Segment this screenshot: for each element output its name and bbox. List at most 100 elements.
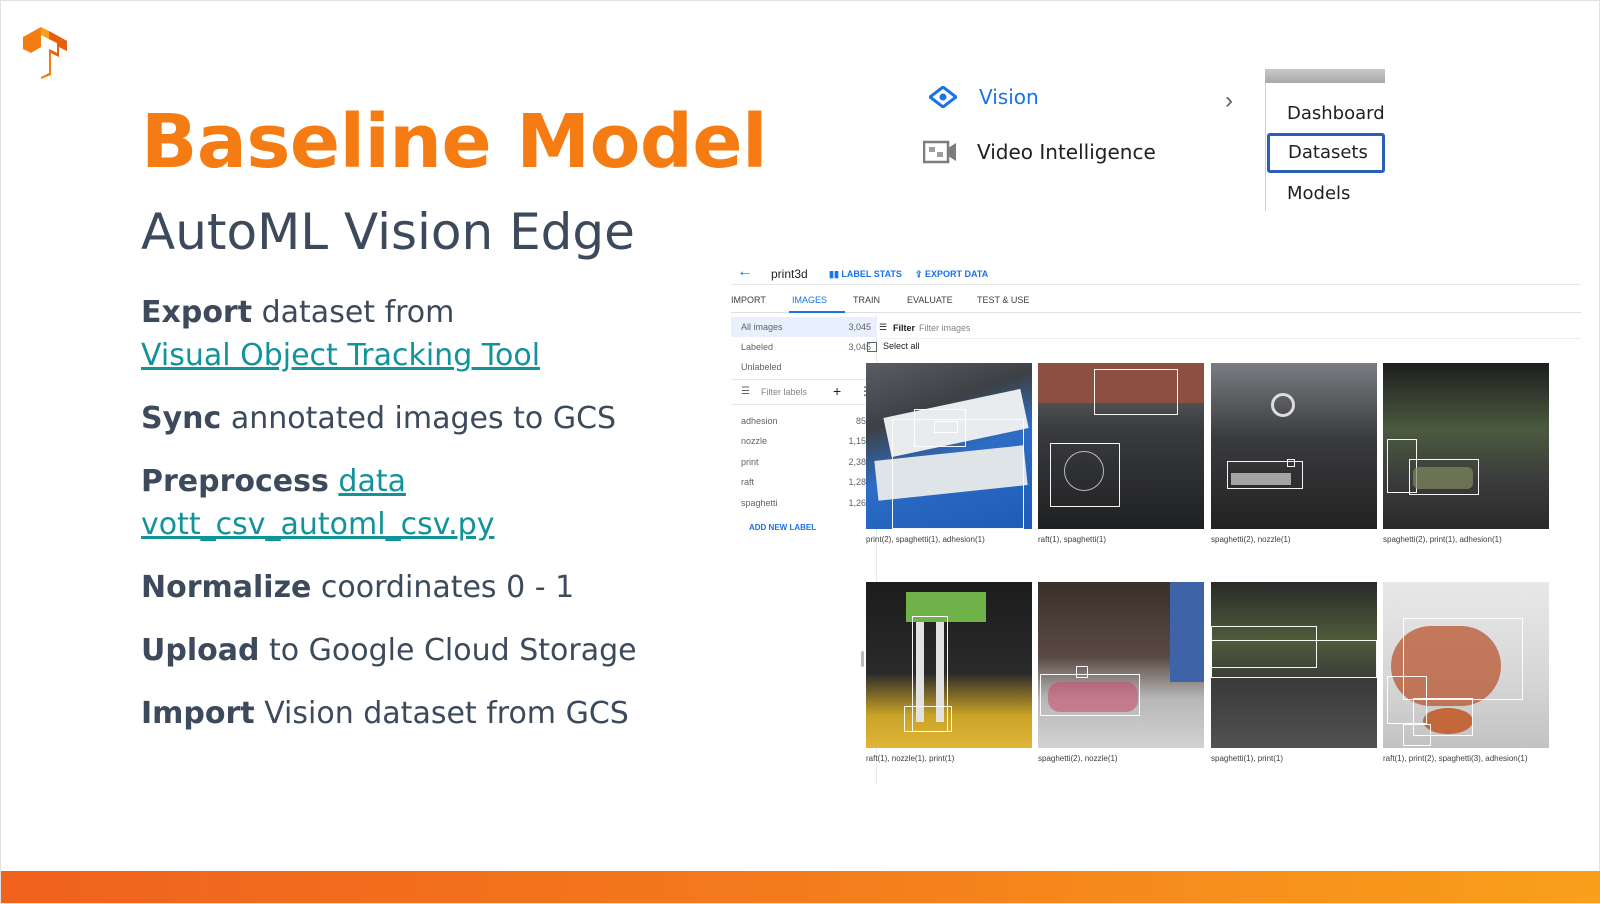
image-thumbnail[interactable] — [1038, 582, 1204, 748]
image-thumbnail[interactable] — [1211, 582, 1377, 748]
filter-icon: ☰ — [741, 386, 750, 397]
add-icon[interactable]: + — [833, 383, 841, 399]
bullet-export: Export dataset from Visual Object Tracki… — [141, 291, 721, 377]
bullet-strong: Sync — [141, 401, 222, 436]
filter-icon: ☰ — [879, 322, 888, 332]
bullet-preprocess: Preprocess data vott_csv_automl_csv.py — [141, 460, 721, 546]
slide: Baseline Model AutoML Vision Edge Export… — [0, 0, 1600, 904]
filter-unlabeled[interactable]: Unlabeled0 — [731, 357, 877, 377]
label-name: raft — [741, 477, 755, 487]
image-thumbnail[interactable] — [866, 363, 1032, 529]
filter-labels-input[interactable]: ☰ Filter labels + ⋮ — [731, 379, 877, 405]
image-thumbnail[interactable] — [1383, 582, 1549, 748]
submenu-divider — [1265, 83, 1266, 211]
filter-labels-placeholder: Filter labels — [761, 387, 808, 397]
image-caption: spaghetti(2), print(1), adhesion(1) — [1383, 535, 1502, 544]
add-new-label-button[interactable]: ADD NEW LABEL — [749, 523, 816, 532]
select-all-checkbox[interactable]: Select all — [867, 341, 920, 352]
bounding-box — [904, 706, 952, 732]
bullet-text — [329, 464, 339, 499]
bullet-text: dataset from — [252, 295, 455, 330]
bounding-box — [1094, 369, 1178, 415]
bullet-text: coordinates 0 - 1 — [311, 570, 575, 605]
nav-item-video-intelligence[interactable]: Video Intelligence — [923, 139, 1156, 165]
footer-bar — [1, 871, 1600, 903]
bounding-box — [1040, 674, 1140, 716]
chevron-right-icon: › — [1225, 87, 1233, 114]
filter-all-images[interactable]: All images 3,045 — [731, 317, 877, 337]
nav-item-vision-label: Vision — [979, 85, 1039, 109]
fan-object — [1271, 393, 1295, 417]
tensorflow-logo-icon — [23, 27, 67, 79]
label-name: adhesion — [741, 416, 778, 426]
export-data-button[interactable]: ⇪ EXPORT DATA — [915, 269, 988, 280]
label-name: print — [741, 457, 759, 467]
tab-test-use[interactable]: TEST & USE — [977, 295, 1029, 305]
label-sidebar: All images3,045 Labeled3,045 Unlabeled0 … — [731, 315, 877, 785]
image-filter-bar[interactable]: ☰ Filter Filter images — [879, 317, 1581, 339]
video-intelligence-icon — [923, 140, 956, 164]
label-row-adhesion[interactable]: adhesion 853 — [731, 411, 877, 431]
nav-item-vision[interactable]: Vision — [929, 85, 1039, 109]
image-caption: spaghetti(2), nozzle(1) — [1038, 754, 1118, 763]
bounding-box — [1287, 459, 1295, 467]
bullet-strong: Export — [141, 295, 253, 330]
tab-evaluate[interactable]: EVALUATE — [907, 295, 953, 305]
image-thumbnail[interactable] — [1038, 363, 1204, 529]
active-tab-indicator — [789, 311, 845, 313]
label-row-spaghetti[interactable]: spaghetti 1,266 — [731, 493, 877, 513]
image-caption: raft(1), nozzle(1), print(1) — [866, 754, 955, 763]
bullet-strong: Preprocess — [141, 464, 329, 499]
image-caption: spaghetti(2), nozzle(1) — [1211, 535, 1291, 544]
label-row-raft[interactable]: raft 1,287 — [731, 472, 877, 492]
filter-images-placeholder: Filter images — [919, 323, 971, 333]
filter-labeled[interactable]: Labeled 3,045 — [731, 337, 877, 357]
bullet-strong: Normalize — [141, 570, 312, 605]
bullet-strong: Import — [141, 696, 255, 731]
label-row-nozzle[interactable]: nozzle 1,158 — [731, 431, 877, 451]
spaghetti-object — [1231, 473, 1291, 485]
bounding-box — [1076, 666, 1088, 678]
tab-images[interactable]: IMAGES — [792, 295, 827, 305]
slide-title: Baseline Model — [141, 99, 767, 185]
count-label: Unlabeled — [741, 362, 782, 372]
vott-link[interactable]: Visual Object Tracking Tool — [141, 338, 540, 373]
image-caption: spaghetti(1), print(1) — [1211, 754, 1284, 763]
count-label: Labeled — [741, 342, 774, 352]
bullet-text: annotated images to GCS — [221, 401, 617, 436]
image-thumbnail[interactable] — [1383, 363, 1549, 529]
bounding-box — [1403, 724, 1431, 746]
bullet-text: Vision dataset from GCS — [254, 696, 629, 731]
bullet-upload: Upload to Google Cloud Storage — [141, 629, 721, 672]
export-data-label: EXPORT DATA — [925, 269, 989, 279]
bullet-sync: Sync annotated images to GCS — [141, 397, 721, 440]
count-label: All images — [741, 322, 783, 332]
bounding-box — [1211, 640, 1377, 678]
arrow-back-icon[interactable]: ← — [737, 263, 753, 281]
upload-icon: ⇪ — [915, 269, 926, 279]
label-stats-button[interactable]: ▮▮ LABEL STATS — [829, 269, 902, 280]
image-caption: raft(1), print(2), spaghetti(3), adhesio… — [1383, 754, 1528, 763]
scrollbar[interactable] — [861, 651, 864, 667]
image-thumbnail[interactable] — [1211, 363, 1377, 529]
menu-item-models[interactable]: Models — [1287, 183, 1350, 204]
label-row-print[interactable]: print 2,383 — [731, 452, 877, 472]
image-caption: raft(1), spaghetti(1) — [1038, 535, 1107, 544]
tab-train[interactable]: TRAIN — [853, 295, 880, 305]
tab-import[interactable]: IMPORT — [731, 295, 766, 305]
spaghetti-object — [1413, 467, 1473, 489]
image-thumbnail[interactable] — [866, 582, 1032, 748]
count-value: 3,045 — [848, 322, 871, 332]
bar-chart-icon: ▮▮ — [829, 269, 842, 279]
dataset-name: print3d — [771, 267, 808, 281]
bullet-strong: Upload — [141, 633, 260, 668]
label-name: spaghetti — [741, 498, 778, 508]
filter-label: Filter — [893, 323, 916, 333]
slide-subtitle: AutoML Vision Edge — [141, 203, 635, 261]
bullet-import: Import Vision dataset from GCS — [141, 692, 721, 735]
label-name: nozzle — [741, 436, 768, 446]
menu-item-dashboard[interactable]: Dashboard — [1287, 103, 1385, 124]
menu-item-datasets[interactable]: Datasets — [1267, 133, 1385, 173]
console-tabs: IMPORT IMAGES TRAIN EVALUATE TEST & USE — [731, 289, 1581, 313]
bounding-box — [934, 421, 958, 433]
